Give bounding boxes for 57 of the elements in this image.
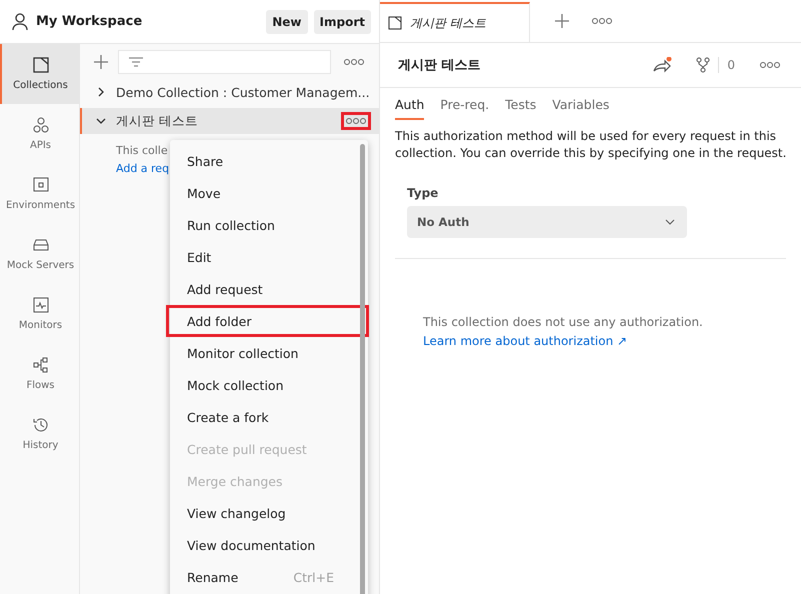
api-icon	[32, 117, 48, 133]
menu-item[interactable]: Add request	[170, 273, 360, 305]
add-tab-icon[interactable]	[555, 14, 569, 28]
learn-more-link[interactable]: Learn more about authorization ↗	[423, 332, 801, 351]
type-dropdown[interactable]: No Auth	[407, 206, 687, 238]
history-icon	[32, 417, 48, 433]
chevron-icon	[96, 116, 106, 126]
menu-item[interactable]: Mock collection	[170, 369, 360, 401]
nav-item[interactable]: Environments	[0, 164, 79, 224]
monitor-icon	[32, 297, 48, 313]
more-icon[interactable]	[341, 112, 371, 130]
new-button[interactable]: New	[266, 10, 308, 34]
nav-item[interactable]: Flows	[0, 344, 79, 404]
flow-icon	[32, 357, 48, 373]
nav-item[interactable]: History	[0, 404, 79, 464]
menu-item[interactable]: Create a fork	[170, 401, 360, 433]
menu-item[interactable]: Monitor collection	[170, 337, 360, 369]
menu-item[interactable]: Share	[170, 145, 360, 177]
nav-item[interactable]: Mock Servers	[0, 224, 79, 284]
tab[interactable]: Tests	[505, 97, 536, 120]
nav-item[interactable]: Collections	[0, 44, 79, 104]
environment-icon	[32, 177, 48, 193]
menu-item[interactable]: View documentation	[170, 529, 360, 561]
filter-field[interactable]	[118, 50, 331, 74]
empty-text: This colle	[116, 143, 169, 159]
type-label: Type	[407, 186, 440, 200]
add-icon[interactable]	[94, 55, 108, 69]
description: This authorization method will be used for every request in this collection. You can override this by specifying one in the request.	[395, 128, 787, 162]
collection-title: 게시판 테스트	[398, 57, 482, 74]
fork-count: 0	[727, 58, 735, 72]
menu-item[interactable]: Move	[170, 177, 360, 209]
tab[interactable]: Auth	[395, 97, 424, 120]
share-icon[interactable]	[652, 57, 672, 73]
chevron-down-icon	[665, 219, 675, 225]
filter-icon	[129, 57, 143, 67]
collection-item[interactable]: 게시판 테스트	[80, 108, 379, 134]
collection-icon	[388, 16, 402, 30]
chevron-icon	[96, 87, 106, 97]
nav-item[interactable]: Monitors	[0, 284, 79, 344]
workspace-name: My Workspace	[36, 14, 144, 29]
nav-item[interactable]: APIs	[0, 104, 79, 164]
collection-tab[interactable]: 게시판 테스트	[380, 2, 530, 42]
menu-item[interactable]: Add folder	[166, 305, 369, 337]
scrollbar[interactable]	[360, 144, 365, 594]
collection-icon	[32, 57, 48, 73]
import-button[interactable]: Import	[314, 10, 371, 34]
menu-item[interactable]: Rename Ctrl+E	[170, 561, 360, 593]
menu-item[interactable]: Run collection	[170, 209, 360, 241]
menu-item[interactable]: Edit	[170, 241, 360, 273]
collection-item[interactable]: Demo Collection : Customer Managem...	[80, 79, 379, 105]
tab[interactable]: Variables	[552, 97, 610, 120]
note-text: This collection does not use any authorization.	[423, 314, 704, 331]
server-icon	[32, 237, 48, 253]
user-icon	[12, 12, 28, 30]
fork-icon[interactable]	[696, 57, 720, 73]
tab[interactable]: Pre-req.	[440, 97, 490, 120]
menu-item[interactable]: View changelog	[170, 497, 360, 529]
